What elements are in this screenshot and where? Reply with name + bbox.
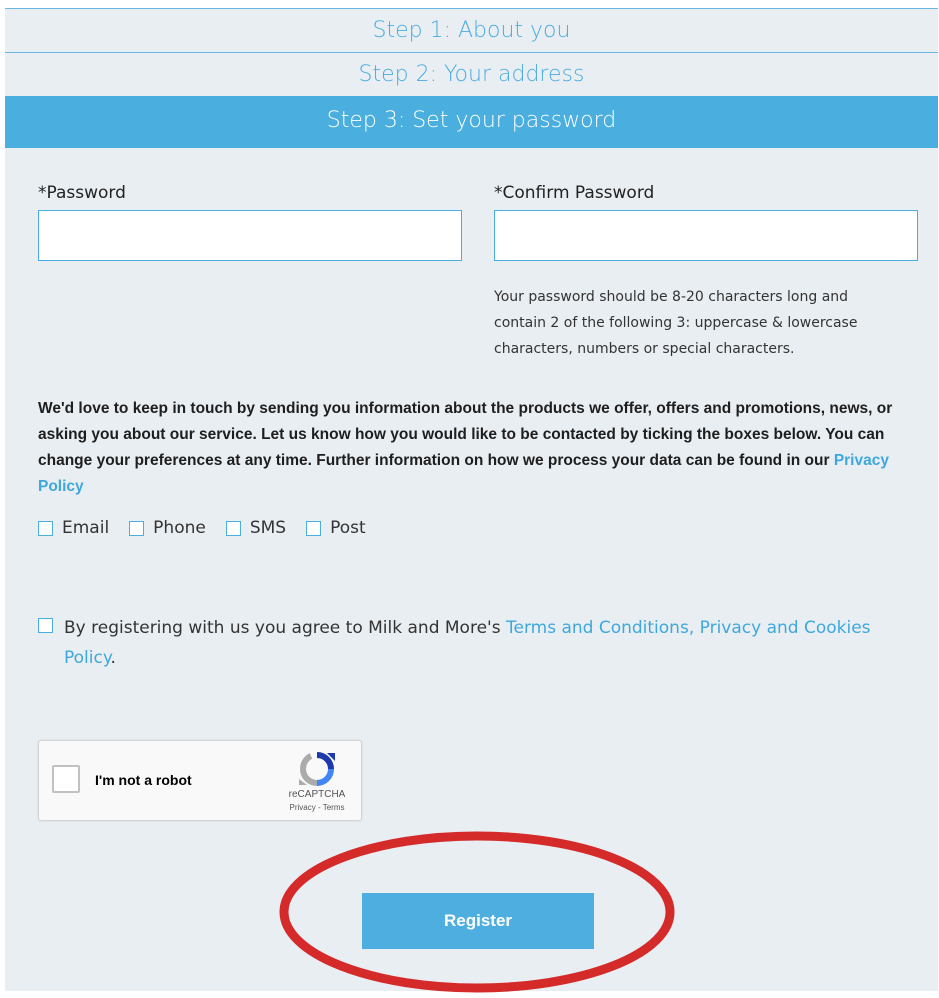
recaptcha-logo-icon	[299, 752, 335, 786]
step-2-header[interactable]: Step 2: Your address	[5, 52, 938, 96]
password-input[interactable]	[38, 210, 462, 261]
step-1-header[interactable]: Step 1: About you	[5, 8, 938, 52]
email-label: Email	[62, 518, 110, 538]
recaptcha-brand: reCAPTCHA	[288, 789, 346, 800]
sms-label: SMS	[249, 518, 287, 538]
recaptcha-label: I'm not a robot	[95, 772, 192, 788]
terms-suffix: .	[110, 648, 116, 668]
step-3-header[interactable]: Step 3: Set your password	[5, 96, 938, 148]
terms-agreement: By registering with us you agree to Milk…	[38, 613, 908, 673]
contact-preferences: Email Phone SMS Post	[38, 517, 386, 539]
password-hint: Your password should be 8-20 characters …	[494, 289, 858, 357]
terms-checkbox[interactable]	[38, 618, 53, 633]
confirm-password-input[interactable]	[494, 210, 918, 261]
recaptcha-widget: I'm not a robot reCAPTCHA Privacy - Term…	[38, 740, 362, 821]
post-checkbox[interactable]	[306, 520, 322, 536]
recaptcha-checkbox[interactable]	[52, 765, 80, 793]
confirm-password-label: *Confirm Password	[494, 183, 655, 203]
post-label: Post	[330, 518, 366, 538]
phone-checkbox[interactable]	[129, 520, 145, 536]
phone-label: Phone	[153, 518, 206, 538]
consent-text: We'd love to keep in touch by sending yo…	[38, 396, 908, 500]
sms-option[interactable]: SMS	[225, 518, 287, 538]
sms-checkbox[interactable]	[225, 520, 241, 536]
email-checkbox[interactable]	[38, 520, 53, 536]
terms-text: By registering with us you agree to Milk…	[64, 618, 501, 638]
post-option[interactable]: Post	[306, 518, 366, 538]
recaptcha-links[interactable]: Privacy - Terms	[284, 803, 350, 812]
consent-body: We'd love to keep in touch by sending yo…	[38, 400, 893, 469]
register-button[interactable]: Register	[362, 893, 594, 949]
password-label: *Password	[38, 183, 126, 203]
phone-option[interactable]: Phone	[129, 518, 206, 538]
email-option[interactable]: Email	[38, 518, 109, 538]
registration-form: Step 1: About you Step 2: Your address S…	[5, 8, 938, 991]
